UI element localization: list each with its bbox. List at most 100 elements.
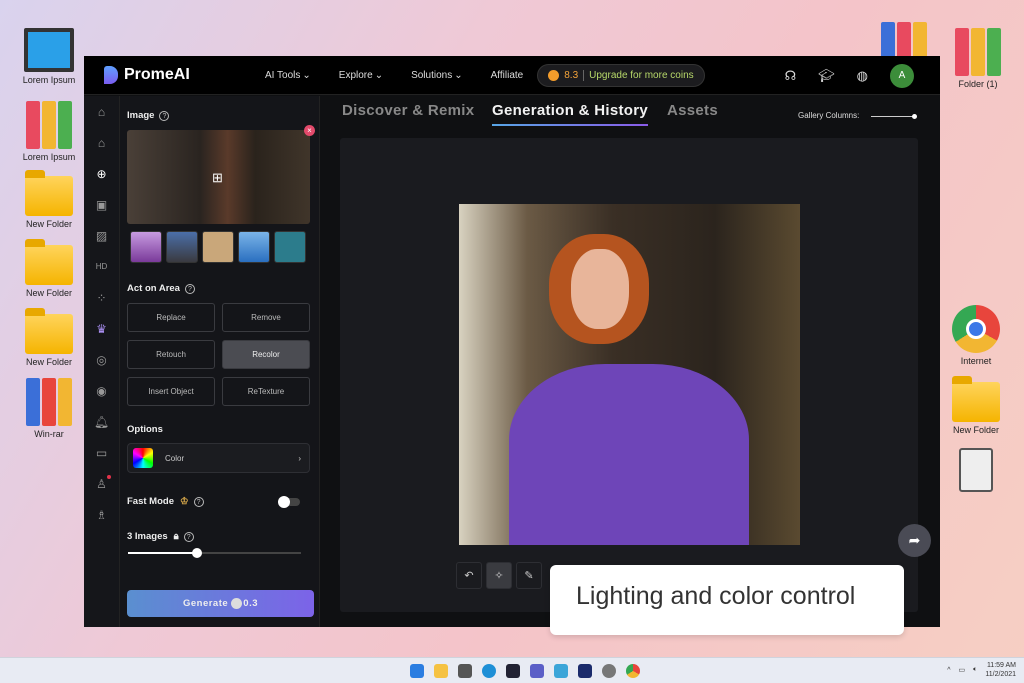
graduation-cap-icon[interactable]: 🎓︎ xyxy=(818,68,835,84)
binders-icon xyxy=(955,28,1001,76)
brush-icon[interactable]: ✎ xyxy=(516,562,542,589)
coin-icon xyxy=(231,598,243,609)
sample-thumbnail[interactable] xyxy=(166,231,198,263)
tab-generation-history[interactable]: Generation & History xyxy=(492,102,649,126)
undo-icon[interactable]: ↶ xyxy=(456,562,482,589)
icon-label: Win-rar xyxy=(34,429,64,439)
trash-icon xyxy=(959,448,993,492)
image-icon[interactable]: ▣ xyxy=(84,189,119,220)
nav-explore[interactable]: Explore xyxy=(339,70,373,81)
retouch-button[interactable]: Retouch xyxy=(127,340,215,369)
desktop-icon-folder[interactable]: New Folder xyxy=(14,239,84,298)
gallery-columns-label: Gallery Columns: xyxy=(798,111,860,120)
sample-thumbnail[interactable] xyxy=(130,231,162,263)
slider-thumb[interactable] xyxy=(192,548,203,558)
camera-icon[interactable] xyxy=(458,663,472,678)
clock-date[interactable]: 11/2/2021 xyxy=(985,670,1016,679)
share-icon: ➦ xyxy=(908,532,921,548)
grid-icon[interactable]: ⁘ xyxy=(84,282,119,313)
nav-ai-tools[interactable]: AI Tools xyxy=(265,70,300,81)
image-edit-icon[interactable]: ▨ xyxy=(84,220,119,251)
help-icon[interactable]: ? xyxy=(184,284,195,294)
desktop-icon-binders[interactable]: Lorem Ipsum xyxy=(14,101,84,162)
binders-icon xyxy=(26,101,72,149)
settings-icon[interactable] xyxy=(602,663,616,678)
replace-button[interactable]: Replace xyxy=(127,303,215,332)
magic-wand-icon[interactable]: ✧ xyxy=(486,562,512,589)
compass-icon[interactable]: ◎ xyxy=(84,344,119,375)
insert-object-button[interactable]: Insert Object xyxy=(127,377,215,406)
coins-upgrade-button[interactable]: 8.3 Upgrade for more coins xyxy=(537,63,705,87)
target-icon[interactable]: ◉ xyxy=(84,375,119,406)
top-bar: PromeAI AI Tools ⌄ Explore ⌄ Solutions ⌄ Af… xyxy=(84,56,940,95)
headset-icon[interactable]: ☊ xyxy=(785,68,797,84)
user-icon[interactable]: ♙ xyxy=(84,468,119,499)
windows-start-icon[interactable] xyxy=(410,663,424,678)
desktop-icon-winrar[interactable]: Win-rar xyxy=(14,378,84,439)
app-icon[interactable] xyxy=(578,663,592,678)
chrome-icon xyxy=(952,305,1000,353)
sample-thumbnail[interactable] xyxy=(238,231,270,263)
retexture-button[interactable]: ReTexture xyxy=(222,377,310,406)
remove-image-button[interactable]: × xyxy=(304,125,315,136)
teams-icon[interactable] xyxy=(530,663,544,678)
tab-assets[interactable]: Assets xyxy=(667,102,718,119)
network-icon[interactable]: ▭ xyxy=(959,666,966,674)
avatar[interactable]: A xyxy=(890,63,914,88)
sketch-icon[interactable]: ⌂ xyxy=(84,127,119,158)
logo-icon xyxy=(104,66,118,84)
select-area-icon[interactable]: ⊕ xyxy=(84,158,119,189)
crown-icon[interactable]: ♛ xyxy=(84,313,119,344)
sample-thumbnail[interactable] xyxy=(202,231,234,263)
volume-icon[interactable]: 🔈︎ xyxy=(973,666,977,674)
recycle-bin[interactable] xyxy=(941,448,1011,495)
hd-icon[interactable]: HD xyxy=(84,251,119,282)
folder-icon xyxy=(25,170,73,216)
images-slider[interactable] xyxy=(128,548,301,558)
home-icon[interactable]: ⌂ xyxy=(84,96,119,127)
help-icon[interactable]: ? xyxy=(183,532,194,542)
color-option-select[interactable]: Color › xyxy=(127,443,310,473)
edge-icon[interactable] xyxy=(482,663,496,678)
sample-thumbnail[interactable] xyxy=(274,231,306,263)
sample-thumbnails xyxy=(130,231,306,263)
remove-button[interactable]: Remove xyxy=(222,303,310,332)
paint-icon[interactable] xyxy=(554,663,568,678)
uploaded-image[interactable]: ⊞ xyxy=(127,130,310,224)
desktop-icon-folder[interactable]: New Folder xyxy=(14,308,84,367)
chevron-up-icon[interactable]: ^ xyxy=(947,667,950,674)
nav-affiliate[interactable]: Affiliate xyxy=(491,70,524,81)
desktop-icon-computer[interactable]: Lorem Ipsum xyxy=(14,28,84,85)
icon-label: New Folder xyxy=(25,219,72,229)
folder-icon[interactable]: ▭ xyxy=(84,437,119,468)
logo[interactable]: PromeAI xyxy=(104,66,244,84)
desktop-icon-folder1[interactable]: Folder (1) xyxy=(943,28,1013,89)
gallery-columns-slider[interactable] xyxy=(871,114,917,119)
desktop-icon-internet[interactable]: Internet xyxy=(941,305,1011,366)
generate-button[interactable]: Generate 0.3 xyxy=(127,590,314,617)
share-button[interactable]: ➦ xyxy=(898,524,931,557)
desktop-icon-folder[interactable]: New Folder xyxy=(941,376,1011,435)
computer-icon xyxy=(24,28,74,72)
globe-icon[interactable]: ◍ xyxy=(857,68,868,84)
help-icon[interactable]: ? xyxy=(159,111,170,121)
crown-icon: ♔ xyxy=(179,496,189,507)
taskbar: ^ ▭ 🔈︎ 11:59 AM 11/2/2021 xyxy=(0,657,1024,683)
store-icon[interactable] xyxy=(506,663,520,678)
tool-panel: Image? ⊞ × Act on Area? Replace Remove R… xyxy=(120,96,320,627)
folder-icon xyxy=(952,376,1000,422)
promeai-window: PromeAI AI Tools ⌄ Explore ⌄ Solutions ⌄ Af… xyxy=(84,56,940,627)
caption-overlay: Lighting and color control xyxy=(550,565,904,635)
fast-mode-toggle[interactable] xyxy=(278,496,300,508)
file-explorer-icon[interactable] xyxy=(434,663,448,678)
nav-solutions[interactable]: Solutions xyxy=(411,70,452,81)
help-icon[interactable]: ? xyxy=(193,497,204,507)
clock-time[interactable]: 11:59 AM xyxy=(985,661,1016,670)
bell-icon[interactable]: 🔔︎ xyxy=(84,406,119,437)
tab-discover-remix[interactable]: Discover & Remix xyxy=(342,102,474,119)
generated-image[interactable] xyxy=(459,204,800,545)
user-add-icon[interactable]: ♗ xyxy=(84,499,119,530)
desktop-icon-folder[interactable]: New Folder xyxy=(14,170,84,229)
chrome-icon[interactable] xyxy=(626,663,640,678)
recolor-button[interactable]: Recolor xyxy=(222,340,310,369)
